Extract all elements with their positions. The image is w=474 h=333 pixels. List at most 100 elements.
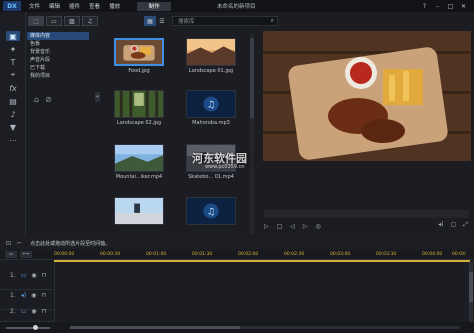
- media-item[interactable]: Landscape 01.jpg: [186, 38, 236, 74]
- lock-icon[interactable]: ⊓: [42, 308, 47, 315]
- track-mode-toggle: ▭ ⟷: [5, 251, 35, 258]
- visibility-icon[interactable]: ◉: [31, 272, 36, 279]
- fx-room-icon[interactable]: fx: [6, 83, 20, 93]
- zoom-slider[interactable]: [6, 327, 50, 329]
- preview-scrubber[interactable]: [264, 210, 469, 218]
- category-sound-clips[interactable]: 声音片段: [27, 56, 89, 64]
- produce-button[interactable]: 制作: [137, 1, 172, 11]
- prev-frame-icon[interactable]: ◁: [290, 223, 295, 230]
- media-caption: Skatebo... 01.mp4: [188, 174, 234, 180]
- media-thumbnail[interactable]: [114, 90, 164, 118]
- lock-icon[interactable]: ⊓: [42, 272, 47, 279]
- import-media-icon[interactable]: ⬚: [28, 16, 44, 26]
- video-track-icon: ▭: [20, 308, 27, 315]
- media-caption: Landscape 02.jpg: [116, 120, 162, 126]
- video-filter-icon[interactable]: ▭: [46, 16, 62, 26]
- menu-plugins[interactable]: 插件: [69, 2, 80, 10]
- media-item[interactable]: [114, 197, 164, 227]
- transition-room-icon[interactable]: ▤: [6, 96, 20, 106]
- tag-icon[interactable]: ⌂: [34, 95, 39, 104]
- ruler-tick: 00:01:00: [146, 252, 167, 257]
- timeline-toolbar: ⊡ ⌐ 点击此处或拖动所选片段至时间轴。: [0, 238, 474, 248]
- track-header: 1. ▭ ◉ ⊓: [10, 272, 51, 279]
- close-icon[interactable]: ✕: [457, 1, 470, 11]
- media-thumbnail[interactable]: [114, 197, 164, 225]
- timeline-bottom-bar: [0, 322, 474, 333]
- remove-tag-icon[interactable]: ⊘: [45, 95, 52, 104]
- track-label: 2.: [10, 308, 16, 315]
- track-header: 2. ▭ ◉ ⊓: [10, 308, 51, 315]
- category-my-projects[interactable]: 我的项目: [27, 72, 89, 80]
- split-icon[interactable]: ⊡: [6, 240, 11, 247]
- volume-icon[interactable]: ◂): [438, 221, 443, 229]
- zoom-slider-knob[interactable]: [33, 325, 38, 330]
- visibility-icon[interactable]: ◉: [31, 292, 36, 299]
- library-scrollbar[interactable]: [250, 34, 254, 234]
- timeline-hint: 点击此处或拖动所选片段至时间轴。: [30, 240, 111, 247]
- list-view-icon[interactable]: ☰: [156, 16, 168, 26]
- timeline-ruler[interactable]: ▭ ⟷ 00:00:00 00:00:30 00:01:00 00:01:30 …: [0, 250, 474, 260]
- ruler-ticks: 00:00:00 00:00:30 00:01:00 00:01:30 00:0…: [54, 250, 470, 260]
- media-caption: Landscape 01.jpg: [188, 68, 234, 74]
- play-icon[interactable]: ▷: [264, 223, 269, 230]
- media-thumbnail[interactable]: ♫: [186, 197, 236, 225]
- menu-edit[interactable]: 编辑: [49, 2, 60, 10]
- library-toolbar: ⬚ ▭ ▨ ♫ ▦ ☰ 搜索库 ⌕: [26, 14, 278, 28]
- category-color-boards[interactable]: 色板: [27, 40, 89, 48]
- title-room-icon[interactable]: T: [6, 57, 20, 67]
- effects-room-icon[interactable]: ✦: [6, 44, 20, 54]
- media-room-icon[interactable]: ▣: [6, 31, 20, 41]
- collapse-panel-icon[interactable]: «: [95, 92, 100, 102]
- menu-view[interactable]: 查看: [89, 2, 100, 10]
- next-frame-icon[interactable]: ▷: [303, 223, 308, 230]
- stop-icon[interactable]: □: [277, 223, 283, 230]
- audio-filter-icon[interactable]: ♫: [82, 16, 98, 26]
- menu-playback[interactable]: 播放: [109, 2, 120, 10]
- track-lane[interactable]: [54, 302, 470, 322]
- svg-text:♫: ♫: [207, 100, 216, 111]
- minimize-icon[interactable]: –: [431, 1, 444, 11]
- image-filter-icon[interactable]: ▨: [64, 16, 80, 26]
- media-item[interactable]: ♫ Mahoroba.mp3: [186, 90, 236, 126]
- trim-icon[interactable]: ⌐: [17, 240, 22, 247]
- maximize-icon[interactable]: □: [444, 1, 457, 11]
- library-categories: 媒体内容 色板 背景音乐 声音片段 已下载 我的项目: [27, 32, 89, 80]
- audio-track-icon: ◂): [20, 292, 27, 299]
- preview-right-controls: ◂) ▢ ⤢: [431, 221, 468, 229]
- pip-room-icon[interactable]: ⌖: [6, 70, 20, 80]
- search-icon[interactable]: ⌕: [271, 17, 274, 25]
- search-input[interactable]: 搜索库 ⌕: [172, 16, 278, 26]
- grid-view-icon[interactable]: ▦: [144, 16, 156, 26]
- help-icon[interactable]: ?: [418, 1, 431, 11]
- audio-room-icon[interactable]: ♪: [6, 109, 20, 119]
- filter-room-icon[interactable]: ▼: [6, 122, 20, 132]
- snapshot-icon[interactable]: ◎: [316, 223, 321, 230]
- media-item[interactable]: Mountai...iker.mp4: [114, 144, 164, 180]
- menu-file[interactable]: 文件: [29, 2, 40, 10]
- media-thumbnail[interactable]: [186, 38, 236, 66]
- media-item[interactable]: ♫: [186, 197, 236, 227]
- timeline-vertical-scrollbar[interactable]: [469, 262, 473, 322]
- category-media-content[interactable]: 媒体内容: [27, 32, 89, 40]
- category-tools: ⌂ ⊘: [34, 95, 58, 104]
- undock-icon[interactable]: ▢: [451, 221, 457, 229]
- more-rooms-icon[interactable]: ⋯: [6, 135, 20, 145]
- timeline-mode-button[interactable]: ▭: [5, 251, 17, 258]
- storyboard-mode-button[interactable]: ⟷: [20, 251, 32, 258]
- ruler-tick: 00:04:00: [422, 252, 443, 257]
- visibility-icon[interactable]: ◉: [31, 308, 36, 315]
- media-thumbnail[interactable]: [114, 38, 164, 66]
- media-thumbnail[interactable]: [114, 144, 164, 172]
- fullscreen-icon[interactable]: ⤢: [463, 221, 468, 229]
- category-background-music[interactable]: 背景音乐: [27, 48, 89, 56]
- media-item[interactable]: Landscape 02.jpg: [114, 90, 164, 126]
- category-downloaded[interactable]: 已下载: [27, 64, 89, 72]
- timeline-horizontal-scrollbar[interactable]: [70, 326, 460, 329]
- ruler-tick: 00:02:00: [238, 252, 259, 257]
- media-thumbnail[interactable]: ♫: [186, 90, 236, 118]
- ruler-tick: 00:03:00: [330, 252, 351, 257]
- menu-bar: 文件 编辑 插件 查看 播放: [29, 2, 129, 10]
- media-caption: Mahoroba.mp3: [192, 120, 230, 126]
- media-item[interactable]: Food.jpg: [114, 38, 164, 74]
- lock-icon[interactable]: ⊓: [41, 292, 46, 299]
